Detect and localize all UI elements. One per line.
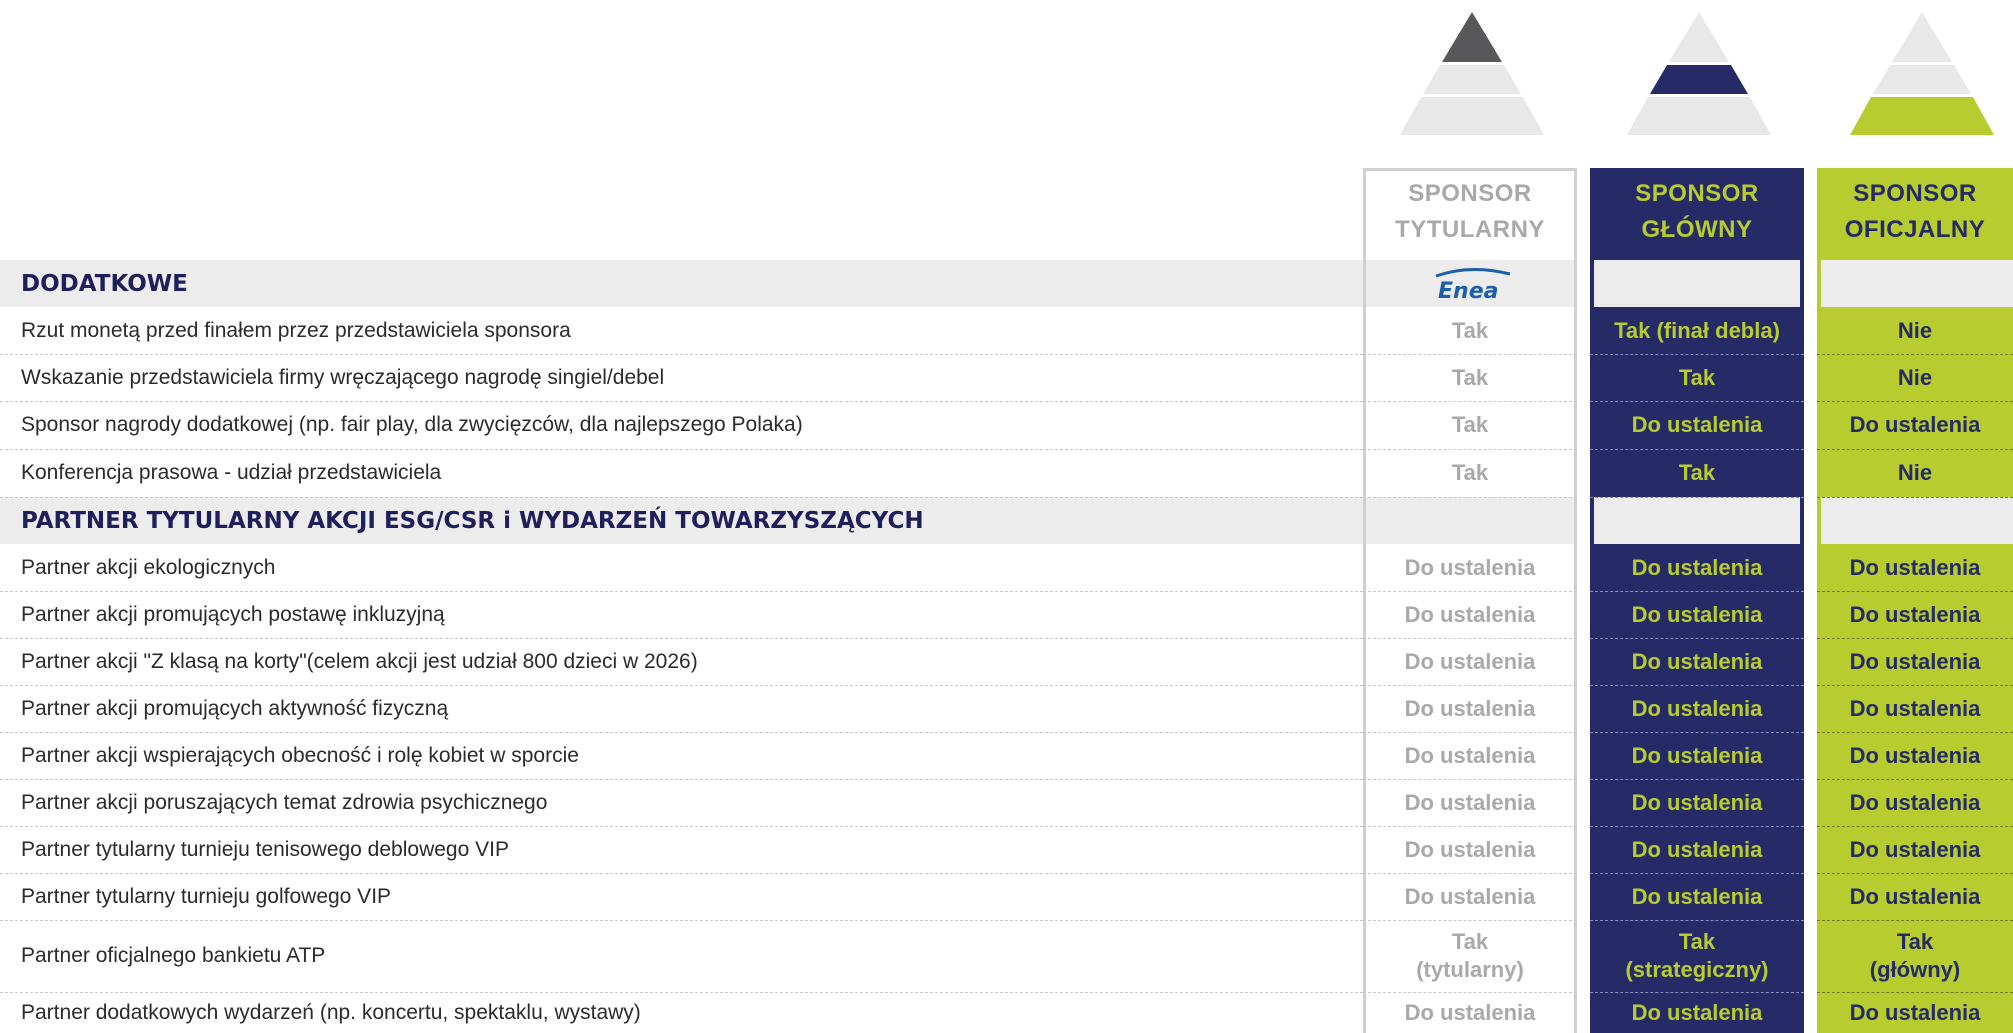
row-label: Partner tytularny turnieju golfowego VIP: [21, 884, 392, 908]
column-header-line: OFICJALNY: [1844, 215, 1986, 243]
row-label: Partner akcji "Z klasą na korty"(celem a…: [21, 649, 698, 673]
cell-tytularny: Tak (tytularny): [1363, 920, 1577, 992]
column-header-line: GŁÓWNY: [1641, 215, 1753, 243]
cell-glowny: Do ustalenia: [1631, 883, 1763, 909]
pyramid-icon-tytularny: [1400, 12, 1544, 135]
cell-oficjalny: Do ustalenia: [1849, 412, 1981, 437]
enea-logo-text: Enea: [1438, 279, 1498, 302]
cell-tytularny: Tak: [1451, 412, 1489, 437]
column-header-line: SPONSOR: [1853, 179, 1977, 207]
pyramid-icon-oficjalny: [1850, 12, 1994, 135]
section-cell: [1363, 497, 1577, 544]
row-label: Partner dodatkowych wydarzeń (np. koncer…: [21, 1000, 641, 1024]
section-title: DODATKOWE: [21, 270, 188, 297]
pyramid-icon-glowny: [1627, 12, 1771, 135]
cell-oficjalny: Nie: [1897, 460, 1933, 485]
row-separator: [1363, 497, 1577, 498]
column-header-line: SPONSOR: [1408, 179, 1532, 207]
cell-glowny: Do ustalenia: [1631, 648, 1763, 674]
cell-tytularny: Do ustalenia: [1404, 836, 1536, 862]
cell-glowny: Do ustalenia: [1631, 836, 1763, 862]
cell-glowny: Tak (finał debla): [1614, 317, 1780, 343]
cell-tytularny: Do ustalenia: [1404, 742, 1536, 768]
cell-glowny: Do ustalenia: [1631, 999, 1763, 1025]
row-label: Partner akcji promujących postawę inkluz…: [21, 602, 445, 626]
cell-glowny: Do ustalenia: [1631, 601, 1763, 627]
cell-oficjalny: Do ustalenia: [1849, 789, 1981, 815]
row-label: Partner akcji ekologicznych: [21, 555, 276, 579]
column-header-oficjalny: SPONSOR OFICJALNY: [1817, 168, 2013, 255]
cell-glowny: Do ustalenia: [1631, 789, 1763, 815]
row-label: Partner tytularny turnieju tenisowego de…: [21, 837, 509, 861]
cell-line: Tak: [1678, 929, 1716, 954]
cell-tytularny: Tak: [1451, 364, 1489, 390]
cell-glowny: Do ustalenia: [1631, 412, 1763, 437]
row-label: Konferencja prasowa - udział przedstawic…: [21, 461, 442, 484]
cell-line: Tak: [1451, 929, 1489, 954]
cell-tytularny: Do ustalenia: [1404, 695, 1536, 721]
cell-glowny: Do ustalenia: [1631, 695, 1763, 721]
cell-oficjalny: Do ustalenia: [1849, 695, 1981, 721]
column-header-glowny: SPONSOR GŁÓWNY: [1590, 168, 1804, 255]
cell-tytularny: Do ustalenia: [1404, 999, 1536, 1025]
cell-oficjalny: Do ustalenia: [1849, 836, 1981, 862]
cell-oficjalny: Nie: [1897, 364, 1933, 390]
section-band: [0, 260, 1363, 307]
row-label: Partner akcji poruszających temat zdrowi…: [21, 790, 548, 814]
cell-tytularny: Tak: [1451, 460, 1489, 485]
column-header-line: SPONSOR: [1635, 179, 1759, 207]
enea-logo: Enea: [1435, 267, 1511, 302]
cell-oficjalny: Do ustalenia: [1849, 742, 1981, 768]
column-header-tytularny: SPONSOR TYTULARNY: [1363, 168, 1577, 255]
cell-glowny: Do ustalenia: [1631, 742, 1763, 768]
row-separator: [1590, 497, 1804, 498]
column-header-line: TYTULARNY: [1395, 215, 1545, 243]
cell-oficjalny: Nie: [1897, 317, 1933, 343]
cell-glowny: Do ustalenia: [1631, 554, 1763, 580]
section-cell: [1821, 497, 2013, 544]
section-cell: [1594, 260, 1800, 307]
row-label: Partner akcji promujących aktywność fizy…: [21, 696, 449, 720]
cell-glowny: Tak: [1678, 364, 1716, 390]
cell-tytularny: Do ustalenia: [1404, 883, 1536, 909]
cell-glowny: Tak (strategiczny): [1590, 920, 1804, 992]
cell-tytularny: Do ustalenia: [1404, 601, 1536, 627]
cell-tytularny: Do ustalenia: [1404, 789, 1536, 815]
cell-line: Tak: [1896, 929, 1934, 954]
cell-oficjalny: Do ustalenia: [1849, 999, 1981, 1025]
cell-line: (strategiczny): [1625, 957, 1769, 982]
cell-tytularny: Tak: [1451, 317, 1489, 343]
section-title: PARTNER TYTULARNY AKCJI ESG/CSR i WYDARZ…: [21, 507, 924, 534]
row-label: Partner akcji wspierających obecność i r…: [21, 743, 579, 767]
cell-line: (główny): [1869, 957, 1961, 982]
cell-oficjalny: Do ustalenia: [1849, 648, 1981, 674]
row-label: Partner oficjalnego bankietu ATP: [21, 944, 326, 967]
row-label: Rzut monetą przed finałem przez przedsta…: [21, 318, 571, 342]
section-cell: [1821, 260, 2013, 307]
cell-oficjalny: Tak (główny): [1817, 920, 2013, 992]
cell-glowny: Tak: [1678, 460, 1716, 485]
cell-line: (tytularny): [1416, 957, 1524, 982]
row-label: Wskazanie przedstawiciela firmy wręczają…: [21, 365, 665, 389]
cell-tytularny: Do ustalenia: [1404, 554, 1536, 580]
cell-oficjalny: Do ustalenia: [1849, 883, 1981, 909]
section-cell: [1594, 497, 1800, 544]
cell-oficjalny: Do ustalenia: [1849, 554, 1981, 580]
cell-oficjalny: Do ustalenia: [1849, 601, 1981, 627]
row-label: Sponsor nagrody dodatkowej (np. fair pla…: [21, 413, 803, 436]
row-separator: [1817, 497, 2013, 498]
cell-tytularny: Do ustalenia: [1404, 648, 1536, 674]
